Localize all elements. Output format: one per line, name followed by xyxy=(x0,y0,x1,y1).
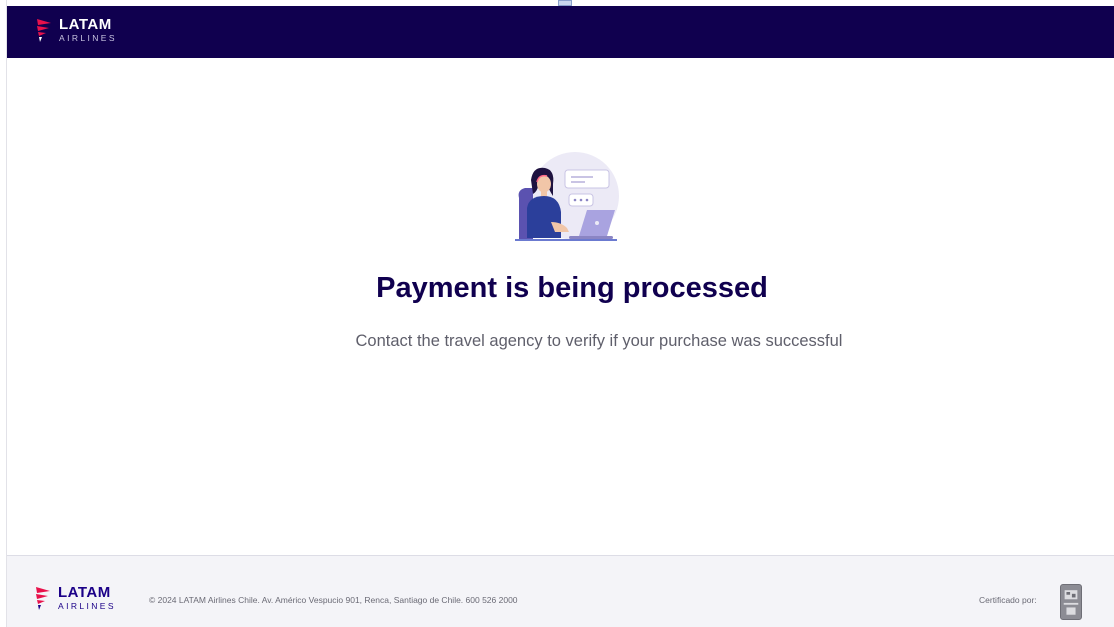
latam-logo-icon xyxy=(37,19,51,42)
site-header: LATAM AIRLINES xyxy=(7,6,1114,58)
main-content: Payment is being processed Contact the t… xyxy=(7,58,1114,555)
certificate-badge-icon[interactable] xyxy=(1060,584,1082,620)
logo-sub-text: AIRLINES xyxy=(59,33,117,44)
copyright-text: © 2024 LATAM Airlines Chile. Av. Américo… xyxy=(149,595,518,605)
latam-logo-icon xyxy=(36,587,50,610)
header-logo[interactable]: LATAM AIRLINES xyxy=(35,16,117,44)
page-title: Payment is being processed xyxy=(376,272,768,304)
logo-brand-text: LATAM xyxy=(59,16,112,34)
site-footer: LATAM AIRLINES © 2024 LATAM Airlines Chi… xyxy=(7,555,1114,627)
logo-brand-text: LATAM xyxy=(58,584,111,602)
window-edge xyxy=(0,0,7,627)
logo-sub-text: AIRLINES xyxy=(58,601,116,612)
page-subtitle: Contact the travel agency to verify if y… xyxy=(355,332,843,350)
support-agent-illustration-icon xyxy=(515,152,619,241)
certified-by-label: Certificado por: xyxy=(979,595,1037,605)
footer-logo[interactable]: LATAM AIRLINES xyxy=(34,584,116,612)
page: LATAM AIRLINES Payment is being processe… xyxy=(0,0,1114,627)
